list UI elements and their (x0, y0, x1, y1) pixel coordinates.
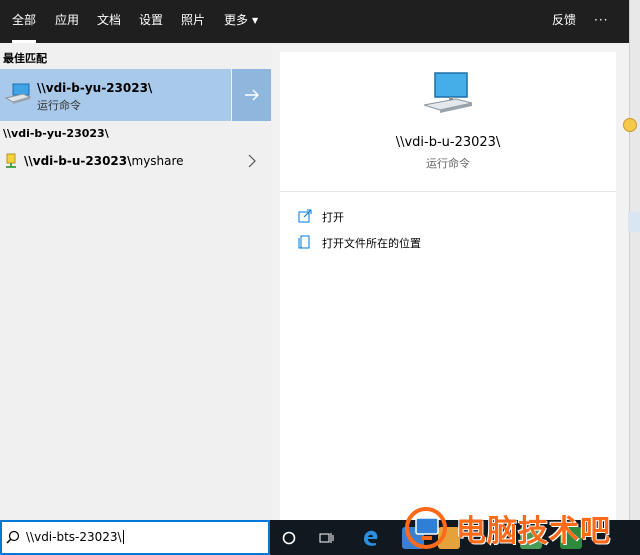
tab-documents-label: 文档 (97, 13, 122, 27)
tab-photos-label: 照片 (181, 13, 206, 27)
tab-more[interactable]: 更多 ▼ (224, 0, 258, 43)
watermark: 电脑技术吧 (400, 500, 640, 555)
results-panel: 最佳匹配 \\vdi-b-yu-23023\ 运行命令 \\vdi-b-yu-2… (0, 43, 272, 520)
search-input-value: \\vdi-bts-23023\ (26, 530, 124, 544)
feedback-button[interactable]: 反馈 (552, 0, 576, 43)
chevron-right-icon[interactable] (248, 154, 256, 171)
preview-title: \\vdi-b-u-23023\ (395, 135, 501, 150)
text-cursor (122, 530, 124, 544)
best-match-result[interactable]: \\vdi-b-yu-23023\ 运行命令 (0, 69, 231, 121)
task-view-icon (319, 532, 334, 543)
tab-all-label: 全部 (12, 13, 37, 27)
best-match-title: \\vdi-b-yu-23023\ (37, 81, 153, 95)
open-file-location-label: 打开文件所在的位置 (322, 237, 421, 250)
background-window-edge (629, 0, 640, 520)
open-action-label: 打开 (322, 211, 344, 224)
chevron-down-icon: ▼ (252, 16, 259, 25)
result-group-header: \\vdi-b-yu-23023\ (3, 127, 109, 140)
network-share-icon (5, 153, 19, 172)
computer-icon (422, 72, 474, 121)
divider (280, 191, 616, 192)
task-view-button[interactable] (310, 520, 344, 555)
result-label: \\vdi-b-u-23023\myshare (24, 154, 184, 168)
preview-panel: \\vdi-b-u-23023\ 运行命令 打开 打开文件所在的位置 (280, 52, 616, 520)
search-input[interactable]: \\vdi-bts-23023\ (0, 520, 270, 555)
tab-apps[interactable]: 应用 (55, 0, 79, 43)
edge-icon (364, 530, 378, 546)
open-icon (298, 209, 312, 226)
tab-documents[interactable]: 文档 (97, 0, 121, 43)
edge-button[interactable] (354, 520, 388, 555)
result-label-path: \\vdi-b-u-23023\ (24, 154, 132, 168)
best-match-subtitle: 运行命令 (37, 99, 81, 112)
search-icon (6, 530, 20, 547)
watermark-text: 电脑技术吧 (456, 514, 611, 549)
background-tab-fragment (628, 212, 640, 232)
tab-photos[interactable]: 照片 (181, 0, 205, 43)
watermark-logo-icon (405, 507, 447, 549)
computer-icon (4, 82, 32, 109)
cortana-icon (282, 531, 296, 544)
feedback-label: 反馈 (552, 13, 577, 27)
best-match-header: 最佳匹配 (3, 52, 47, 65)
search-filter-bar: 全部 应用 文档 设置 照片 更多 ▼ 反馈 ··· (0, 0, 629, 43)
tab-apps-label: 应用 (55, 13, 80, 27)
result-label-share: myshare (131, 154, 184, 168)
tab-settings-label: 设置 (139, 13, 164, 27)
arrow-right-icon (244, 89, 259, 101)
open-file-location-icon (298, 235, 312, 252)
search-query: \\vdi-bts-23023\ (26, 530, 122, 544)
cortana-button[interactable] (272, 520, 306, 555)
expand-preview-button[interactable] (232, 69, 271, 121)
tab-all[interactable]: 全部 (12, 0, 37, 43)
tab-settings[interactable]: 设置 (139, 0, 163, 43)
emoji-icon (623, 118, 637, 132)
more-options-icon: ··· (594, 13, 609, 27)
preview-subtitle: 运行命令 (426, 157, 470, 170)
tab-more-label: 更多 (224, 13, 249, 27)
list-item[interactable]: \\vdi-b-u-23023\myshare (0, 144, 272, 178)
more-options-button[interactable]: ··· (594, 0, 608, 43)
